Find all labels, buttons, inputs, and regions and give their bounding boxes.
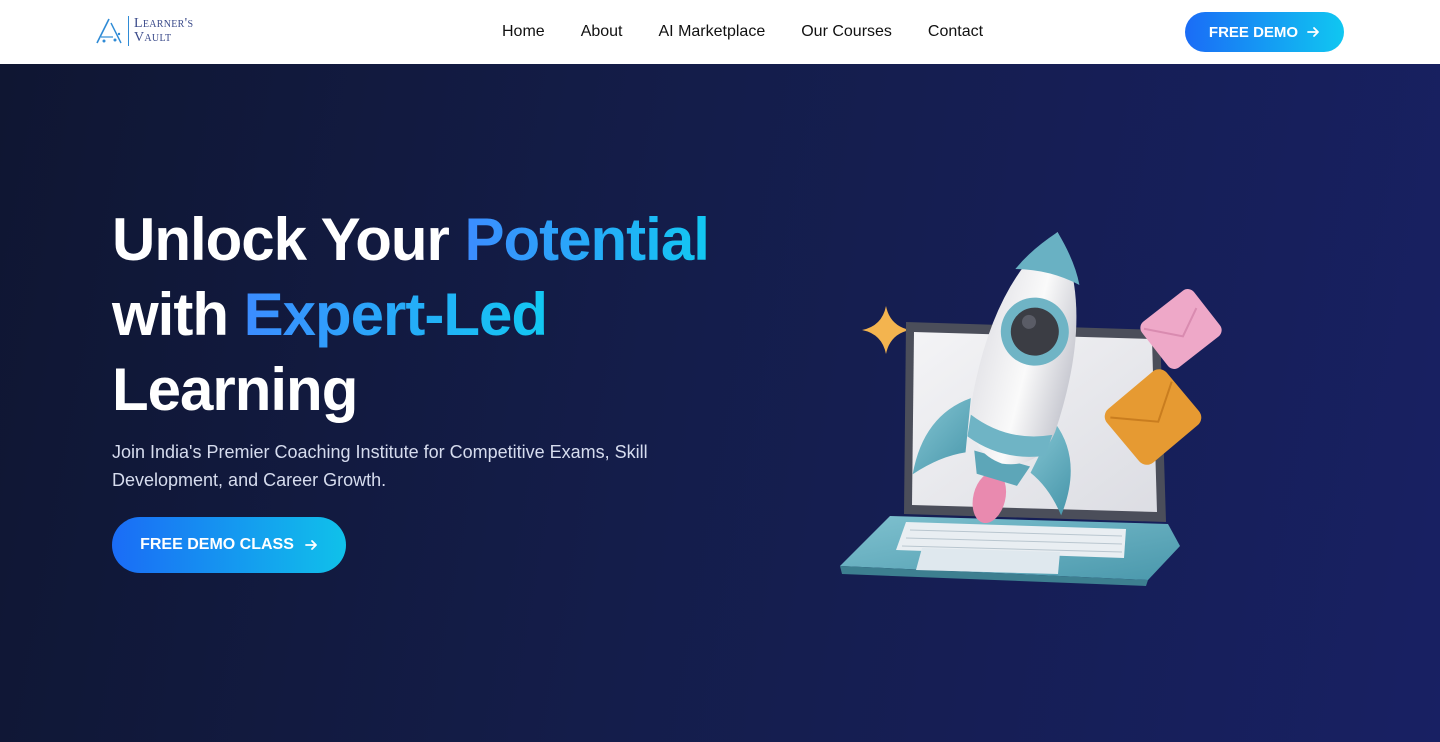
sparkle-icon (862, 306, 910, 354)
hero-title-part-2: with (112, 281, 244, 348)
hero-title-highlight-potential: Potential (464, 206, 710, 273)
logo-line-2: Vault (134, 30, 172, 45)
hero-subtitle: Join India's Premier Coaching Institute … (112, 442, 648, 490)
hero-title: Unlock Your Potential with Expert-Led Le… (112, 202, 752, 427)
free-demo-button-label: FREE DEMO (1208, 23, 1299, 41)
free-demo-button[interactable]: FREE DEMO (1185, 12, 1344, 52)
logo-mark-icon (96, 18, 122, 44)
nav-ai-marketplace[interactable]: AI Marketplace (659, 23, 766, 41)
logo-text: Learner's Vault (134, 17, 193, 45)
nav-our-courses[interactable]: Our Courses (801, 23, 892, 41)
logo[interactable]: Learner's Vault (95, 15, 193, 47)
site-header: Learner's Vault Home About AI Marketplac… (0, 0, 1440, 64)
hero-title-highlight-expert-led: Expert-Led (243, 281, 548, 348)
arrow-right-icon (304, 540, 317, 550)
main-nav: Home About AI Marketplace Our Courses Co… (502, 0, 983, 64)
arrow-right-icon (1307, 27, 1319, 37)
logo-line-1: Learner's (134, 16, 194, 31)
free-demo-class-label: FREE DEMO CLASS (140, 536, 294, 553)
rocket-laptop-illustration (840, 232, 1222, 586)
free-demo-class-button[interactable]: FREE DEMO CLASS (112, 517, 346, 573)
nav-about[interactable]: About (581, 23, 623, 41)
nav-home[interactable]: Home (502, 23, 545, 41)
hero-title-part-3: Learning (112, 356, 358, 423)
nav-contact[interactable]: Contact (928, 23, 983, 41)
hero-title-part-1: Unlock Your (112, 206, 465, 273)
logo-divider (128, 16, 129, 46)
hero-section: Unlock Your Potential with Expert-Led Le… (0, 64, 1440, 742)
